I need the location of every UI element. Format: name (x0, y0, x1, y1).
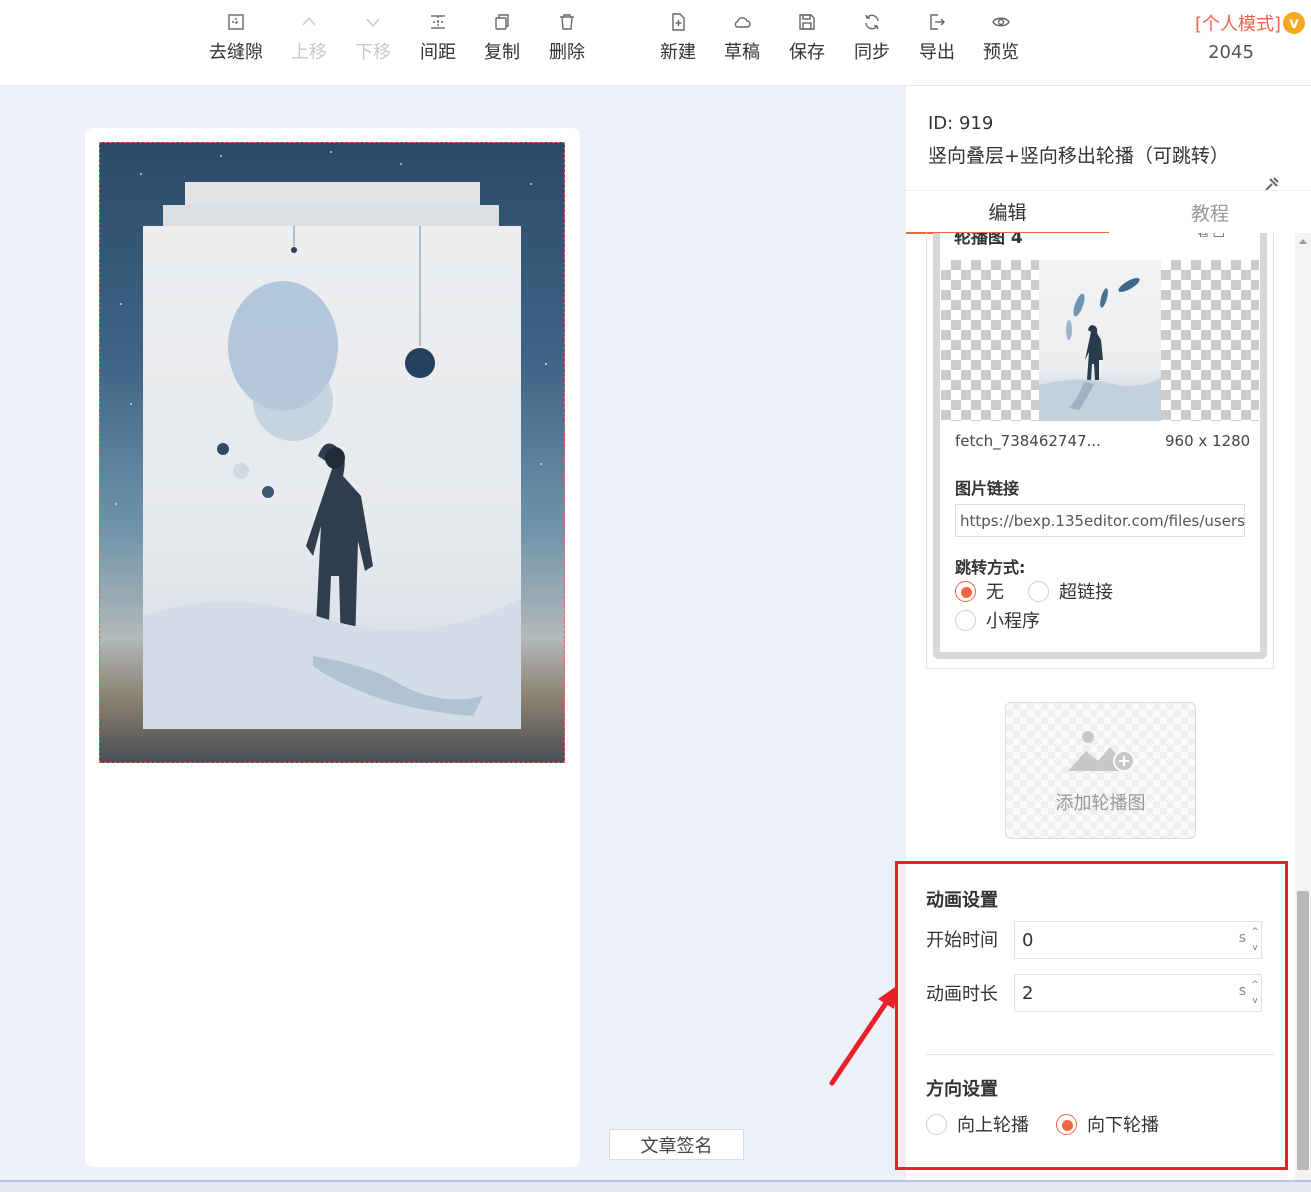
article-signature-button[interactable]: 文章签名 (609, 1129, 744, 1160)
copy-button[interactable]: 复制 (470, 10, 534, 74)
spinner-arrows-icon[interactable]: ^ v (1250, 924, 1260, 956)
tab-edit[interactable]: 编辑 (906, 191, 1109, 234)
copy-icon (491, 10, 513, 34)
add-slide-label: 添加轮播图 (1055, 793, 1146, 814)
jump-option-miniprogram[interactable]: 小程序 (955, 607, 1040, 633)
start-time-input[interactable]: 0 s ^ v (1014, 921, 1262, 959)
move-up-button[interactable]: 上移 (277, 10, 341, 74)
delete-label: 删除 (549, 42, 585, 63)
image-link-label: 图片链接 (955, 479, 1020, 498)
preview-label: 预览 (983, 42, 1019, 63)
start-time-label: 开始时间 (926, 930, 998, 951)
remove-gap-label: 去缝隙 (209, 42, 263, 63)
remove-gap-button[interactable]: 去缝隙 (204, 10, 268, 74)
jump-option-none[interactable]: 无 (955, 578, 1004, 604)
carousel-component[interactable] (99, 142, 565, 763)
add-slide-button[interactable]: 添加轮播图 (1005, 702, 1196, 839)
scrollbar-thumb[interactable] (1297, 891, 1309, 1170)
spacing-button[interactable]: 间距 (406, 10, 470, 74)
new-button[interactable]: 新建 (646, 10, 710, 74)
chevron-down-icon (362, 10, 384, 34)
direction-option-down-label: 向下轮播 (1087, 1115, 1159, 1136)
cloud-icon (731, 10, 753, 34)
add-image-icon (1068, 731, 1135, 772)
delete-button[interactable]: 删除 (535, 10, 599, 74)
direction-option-up-label: 向上轮播 (957, 1115, 1029, 1136)
carousel-slide-image (143, 226, 521, 729)
draft-button[interactable]: 草稿 (710, 10, 774, 74)
vip-badge-icon: v (1283, 12, 1305, 34)
slide-file-size: 960 x 1280 (1165, 432, 1251, 450)
mode-label: [个人模式] (1194, 14, 1281, 35)
animation-settings-title: 动画设置 (926, 890, 998, 911)
duration-label: 动画时长 (926, 984, 998, 1005)
jump-option-none-label: 无 (986, 582, 1004, 603)
direction-option-down[interactable]: 向下轮播 (1056, 1111, 1159, 1137)
component-title: 竖向叠层+竖向移出轮播（可跳转） (928, 145, 1229, 167)
start-time-unit: s (1238, 930, 1246, 946)
export-icon (926, 10, 948, 34)
duration-input[interactable]: 2 s ^ v (1014, 974, 1262, 1012)
duration-value: 2 (1022, 982, 1034, 1004)
slide-action-icons[interactable]: ⧉ ☐ (1198, 233, 1225, 241)
radio-unselected-icon (1028, 580, 1049, 602)
slide-thumbnail[interactable] (941, 260, 1259, 421)
new-file-icon (667, 10, 689, 34)
save-label: 保存 (789, 42, 825, 63)
mode-number: 2045 (1208, 42, 1254, 63)
sync-icon (861, 10, 883, 34)
jump-option-miniprogram-label: 小程序 (986, 611, 1040, 632)
jump-mode-label: 跳转方式: (955, 558, 1026, 577)
gap-icon (225, 10, 247, 34)
eye-icon (990, 10, 1012, 34)
top-toolbar: 去缝隙 上移 下移 间距 复制 删除 新建 草稿 保存 同步 导出 预览 [个人… (0, 0, 1311, 86)
trash-icon (556, 10, 578, 34)
radio-selected-icon (955, 580, 976, 602)
move-up-label: 上移 (291, 42, 327, 63)
spacing-icon (427, 10, 449, 34)
slide-file-name: fetch_738462747... (955, 432, 1101, 450)
slide-image (1039, 260, 1161, 421)
annotation-arrow-icon (829, 985, 898, 1086)
mode-indicator[interactable]: [个人模式] v 2045 (1185, 10, 1305, 63)
draft-label: 草稿 (724, 42, 760, 63)
spacing-label: 间距 (420, 42, 456, 63)
scroll-up-icon[interactable] (1299, 239, 1307, 244)
tab-tutorial[interactable]: 教程 (1109, 191, 1311, 234)
direction-option-up[interactable]: 向上轮播 (926, 1111, 1029, 1137)
radio-unselected-icon (926, 1113, 947, 1135)
duration-unit: s (1238, 983, 1246, 999)
panel-scroll-area: 轮播图 4 ⧉ ☐ fetch_738462747... 960 x 1280 … (906, 233, 1311, 1180)
move-down-button[interactable]: 下移 (341, 10, 405, 74)
image-link-input[interactable]: https://bexp.135editor.com/files/users/0… (955, 504, 1245, 537)
component-id: ID: 919 (928, 113, 994, 134)
preview-button[interactable]: 预览 (969, 10, 1033, 74)
radio-selected-icon (1056, 1113, 1077, 1135)
sync-label: 同步 (854, 42, 890, 63)
move-down-label: 下移 (355, 42, 391, 63)
slide-header: 轮播图 4 (954, 233, 1023, 248)
save-button[interactable]: 保存 (775, 10, 839, 74)
window-bottom-edge (0, 1180, 1311, 1192)
chevron-up-icon (298, 10, 320, 34)
right-panel: ID: 919 竖向叠层+竖向移出轮播（可跳转） 编辑 教程 轮播图 4 ⧉ ☐ (906, 86, 1311, 1180)
direction-settings-title: 方向设置 (926, 1079, 998, 1100)
radio-unselected-icon (955, 609, 976, 631)
new-label: 新建 (660, 42, 696, 63)
copy-label: 复制 (484, 42, 520, 63)
export-button[interactable]: 导出 (905, 10, 969, 74)
panel-tabs: 编辑 教程 (906, 190, 1311, 234)
panel-scrollbar[interactable] (1295, 233, 1311, 1180)
export-label: 导出 (919, 42, 955, 63)
jump-option-hyperlink-label: 超链接 (1059, 582, 1113, 603)
section-divider (926, 1054, 1274, 1055)
spinner-arrows-icon[interactable]: ^ v (1250, 977, 1260, 1009)
jump-option-hyperlink[interactable]: 超链接 (1028, 578, 1113, 604)
save-icon (796, 10, 818, 34)
sync-button[interactable]: 同步 (840, 10, 904, 74)
start-time-value: 0 (1022, 929, 1034, 951)
